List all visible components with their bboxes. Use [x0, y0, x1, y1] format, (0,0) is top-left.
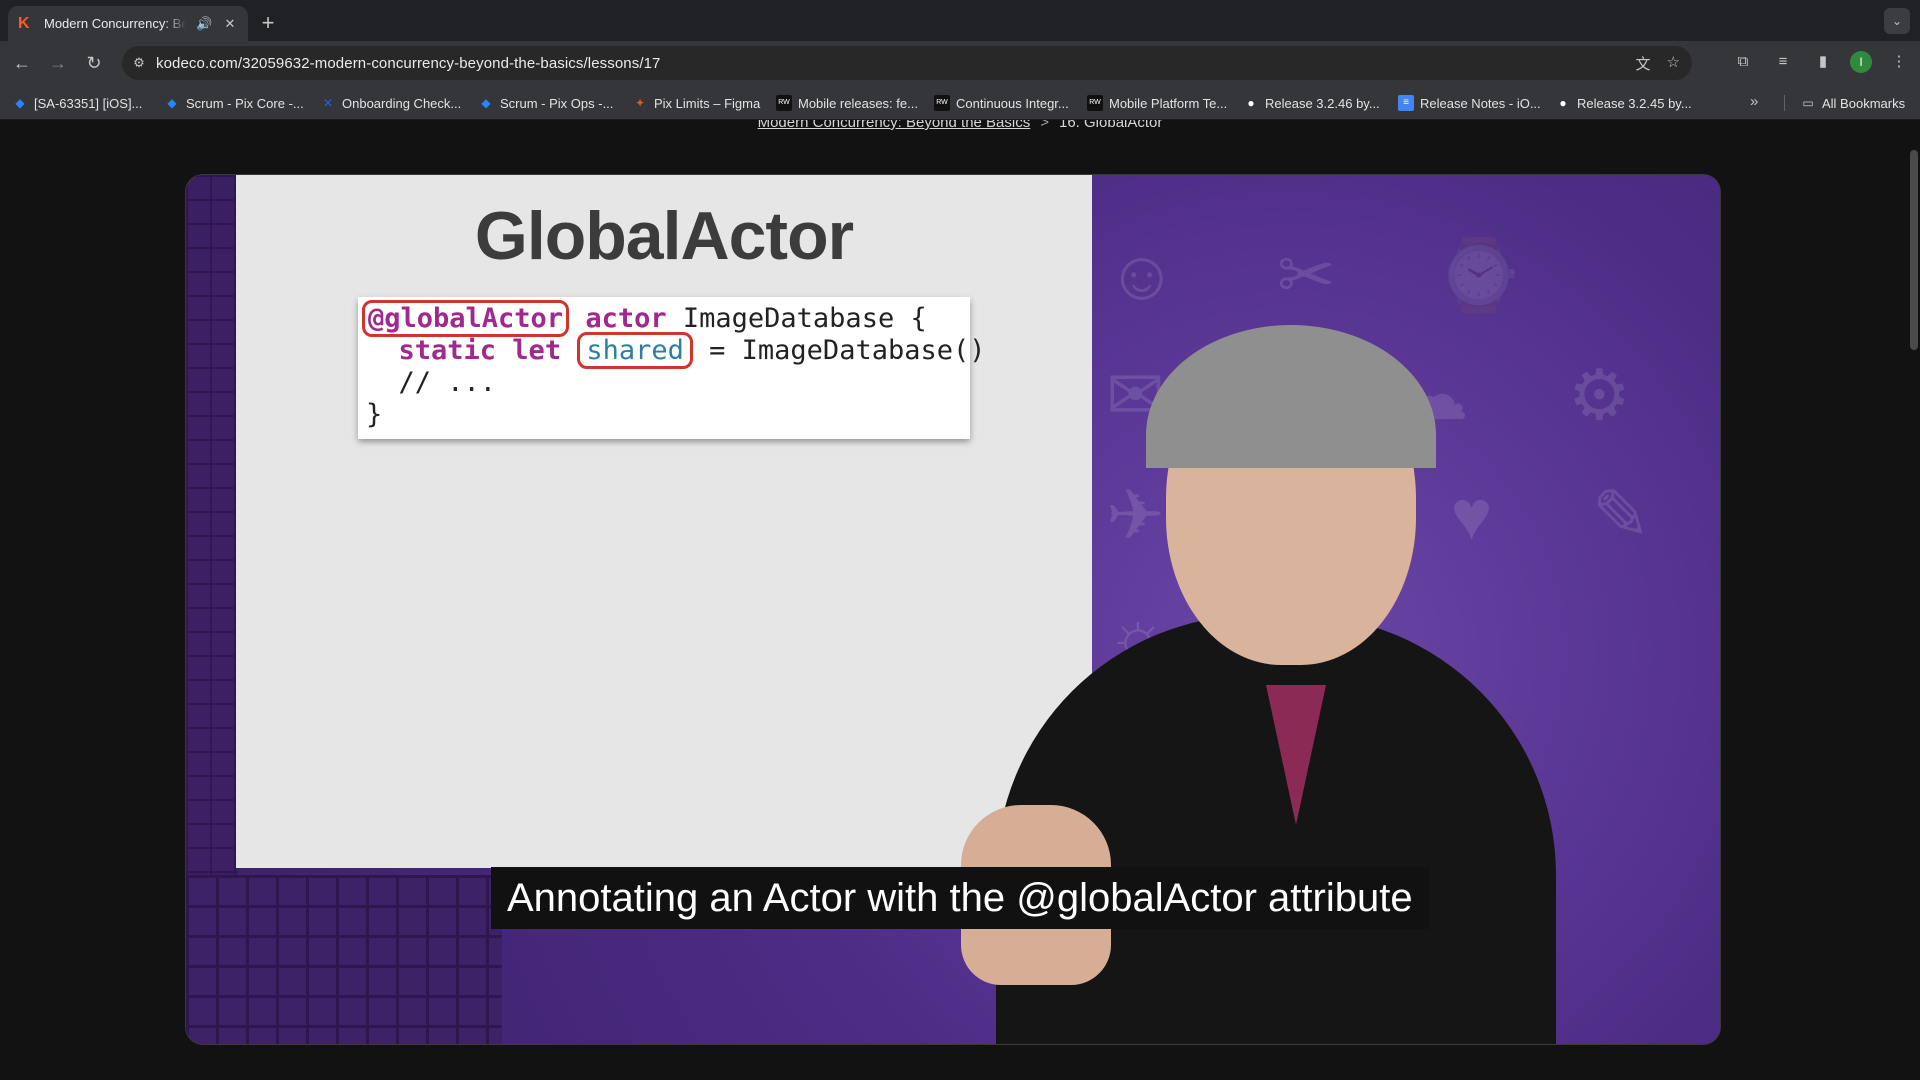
address-bar[interactable]: ⚙ kodeco.com/32059632-modern-concurrency…: [122, 46, 1692, 80]
code-comment: // ...: [366, 367, 497, 398]
tab-strip: K Modern Concurrency: Beyond the Basics …: [0, 0, 1920, 41]
bookmarks-divider: [1784, 95, 1785, 111]
jira-icon: ◆: [15, 96, 25, 110]
github-icon: ●: [1247, 96, 1255, 110]
site-info-icon[interactable]: ⚙: [122, 55, 156, 71]
rwt-icon: RW: [1087, 95, 1103, 111]
url-text[interactable]: kodeco.com/32059632-modern-concurrency-b…: [156, 55, 660, 72]
reload-button[interactable]: ↻: [80, 49, 108, 77]
browser-toolbar: ← → ↻ ⚙ kodeco.com/32059632-modern-concu…: [0, 41, 1920, 85]
bookmarks-bar: ◆ [SA-63351] [iOS]... ◆ Scrum - Pix Core -…: [0, 85, 1920, 120]
jira-icon: ◆: [481, 96, 491, 110]
figma-icon: ✦: [634, 96, 646, 110]
lesson-slide: GlobalActor @globalActor actor ImageData…: [236, 175, 1092, 868]
bookmark-item[interactable]: RW Continuous Integr...: [934, 92, 1069, 114]
side-panel-icon[interactable]: ▮: [1810, 49, 1836, 75]
shared-property: shared: [577, 332, 693, 369]
bookmark-item[interactable]: ◆ [SA-63351] [iOS]...: [12, 92, 142, 114]
translate-icon[interactable]: 文: [1636, 53, 1651, 74]
bookmark-star-icon[interactable]: ☆: [1667, 53, 1680, 74]
bookmark-item[interactable]: ✦ Pix Limits – Figma: [632, 92, 760, 114]
kodeco-favicon-icon: K: [18, 14, 30, 32]
docs-icon: ≡: [1398, 95, 1414, 111]
jira-icon: ◆: [167, 96, 177, 110]
menu-kebab-icon[interactable]: ⋮: [1886, 49, 1912, 75]
code-line: static let shared = ImageDatabase(): [366, 332, 986, 369]
tab-title: Modern Concurrency: Beyond the Basics: [44, 16, 186, 31]
video-player[interactable]: ☺ ✂ ⌚ ✉ ♪ ☁ ⚙ ✈ ☎ ♥ ✎ ☼ GlobalActor @glo…: [185, 174, 1721, 1045]
bookmark-item[interactable]: ✕ Onboarding Check...: [320, 92, 461, 114]
code-text: = ImageDatabase(): [692, 335, 986, 366]
bookmark-item[interactable]: RW Mobile Platform Te...: [1087, 92, 1227, 114]
code-keyword: static let: [398, 335, 562, 366]
all-bookmarks-button[interactable]: ▭ All Bookmarks: [1800, 92, 1905, 114]
back-button[interactable]: ←: [8, 49, 36, 77]
bookmark-item[interactable]: ● Release 3.2.45 by...: [1555, 92, 1691, 114]
page-content: Modern Concurrency: Beyond the Basics >16…: [0, 120, 1920, 1080]
code-line: }: [366, 399, 383, 430]
rwt-icon: RW: [776, 95, 792, 111]
extensions-icon[interactable]: ⧉: [1730, 49, 1756, 75]
tab-search-button[interactable]: ⌄: [1884, 8, 1910, 34]
rwt-icon: RW: [934, 95, 950, 111]
page-scrollbar[interactable]: [1910, 150, 1918, 350]
video-caption: Annotating an Actor with the @globalActo…: [491, 867, 1429, 929]
bookmark-item[interactable]: RW Mobile releases: fe...: [776, 92, 918, 114]
breadcrumb: Modern Concurrency: Beyond the Basics >16…: [0, 120, 1920, 131]
close-tab-icon[interactable]: ✕: [222, 16, 238, 32]
bookmark-item[interactable]: ● Release 3.2.46 by...: [1243, 92, 1379, 114]
slide-title: GlobalActor: [474, 198, 854, 274]
code-line: @globalActor actor ImageDatabase {: [362, 300, 962, 337]
speaker-icon[interactable]: 🔊: [196, 16, 212, 32]
profile-avatar[interactable]: I: [1850, 51, 1872, 73]
bookmark-item[interactable]: ◆ Scrum - Pix Core -...: [164, 92, 303, 114]
breadcrumb-current-lesson: 16. GlobalActor: [1059, 120, 1163, 131]
active-tab[interactable]: K Modern Concurrency: Beyond the Basics …: [8, 6, 248, 41]
code-snippet: @globalActor actor ImageDatabase { stati…: [358, 297, 986, 439]
code-text: ImageDatabase {: [666, 303, 927, 334]
more-bookmarks-icon[interactable]: »: [1750, 93, 1758, 110]
breadcrumb-separator: >: [1040, 120, 1049, 131]
forward-button[interactable]: →: [44, 49, 72, 77]
folder-icon: ▭: [1802, 96, 1814, 110]
github-icon: ●: [1559, 96, 1567, 110]
media-controls-icon[interactable]: ≡: [1770, 49, 1796, 75]
global-actor-attribute: @globalActor: [362, 300, 570, 337]
breadcrumb-course-link[interactable]: Modern Concurrency: Beyond the Basics: [758, 120, 1031, 131]
grid-pattern-decoration: [186, 875, 502, 1044]
bookmark-item[interactable]: ◆ Scrum - Pix Ops -...: [478, 92, 613, 114]
confluence-icon: ✕: [322, 96, 334, 110]
bookmark-item[interactable]: ≡ Release Notes - iO...: [1398, 92, 1541, 114]
new-tab-button[interactable]: +: [254, 10, 282, 38]
code-keyword: actor: [585, 303, 667, 334]
